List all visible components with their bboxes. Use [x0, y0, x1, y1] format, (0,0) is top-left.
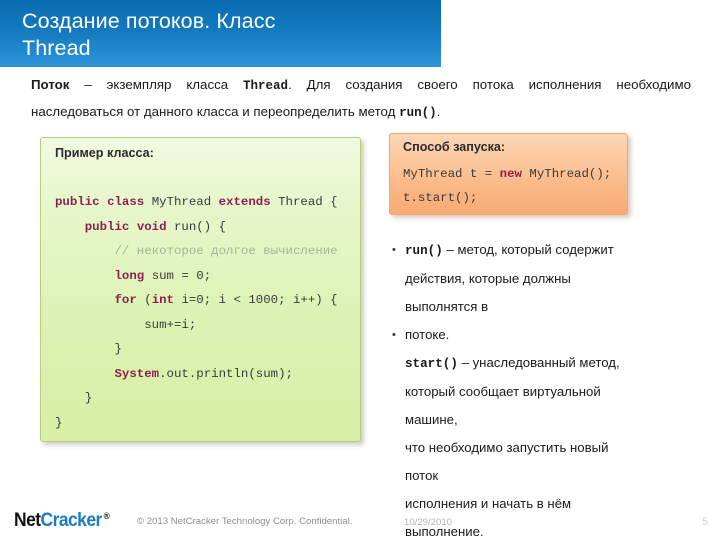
- code-line: // некоторое долгое вычисление: [55, 239, 338, 264]
- intro-line-1-mid: – экземпляр класса: [69, 77, 244, 92]
- copyright-notice: © 2013 NetCracker Technology Corp. Confi…: [137, 516, 353, 527]
- list-item-continuation: start() – унаследованный метод,: [389, 349, 679, 378]
- code-example-body: public class MyThread extends Thread { p…: [55, 190, 338, 435]
- code-line: t.start();: [403, 186, 611, 210]
- intro-method-name: run(): [399, 106, 437, 120]
- code-token: System: [114, 366, 160, 381]
- method-name: start(): [405, 357, 458, 371]
- list-item-text: что необходимо запустить новый: [405, 440, 609, 455]
- intro-line-2-text: наследоваться от данного класса и переоп…: [31, 104, 400, 119]
- code-line: long sum = 0;: [55, 264, 338, 289]
- code-line: }: [55, 386, 338, 411]
- method-description-list: run() – метод, который содержит действия,…: [389, 236, 679, 540]
- list-item-continuation: исполнения и начать в нём: [389, 490, 679, 518]
- intro-line-1: Поток – экземпляр класса Thread. Для соз…: [31, 72, 691, 99]
- code-token: t.start();: [403, 191, 478, 205]
- code-line: for (int i=0; i < 1000; i++) {: [55, 288, 338, 313]
- method-name: run(): [405, 244, 443, 258]
- launch-example-title: Способ запуска:: [403, 140, 506, 154]
- list-item: run() – метод, который содержит: [389, 236, 679, 265]
- code-line: sum+=i;: [55, 313, 338, 338]
- code-token: long: [114, 268, 152, 283]
- code-token: for: [114, 293, 145, 307]
- launch-example-box: Способ запуска: MyThread t = new MyThrea…: [389, 133, 628, 215]
- intro-class-name: Thread: [243, 79, 289, 93]
- code-line: public class MyThread extends Thread {: [55, 190, 338, 215]
- code-token: MyThread t =: [403, 167, 500, 181]
- list-item-text: который сообщает виртуальной: [405, 384, 601, 399]
- list-item-continuation: что необходимо запустить новый: [389, 434, 679, 462]
- page-number: 5: [702, 516, 709, 528]
- code-token: public: [55, 195, 108, 209]
- code-token: run() {: [174, 219, 227, 234]
- code-token: Thread {: [278, 195, 338, 209]
- list-item-text: – унаследованный метод,: [457, 355, 620, 370]
- code-line: MyThread t = new MyThread();: [403, 162, 611, 186]
- list-item-continuation: который сообщает виртуальной: [389, 378, 679, 406]
- list-item-text: машине,: [405, 412, 458, 427]
- netcracker-logo: NetCracker ®: [14, 510, 110, 532]
- code-token: int: [151, 293, 182, 307]
- list-item-text: исполнения и начать в нём: [405, 496, 572, 511]
- logo-text-net: Net: [14, 510, 41, 531]
- code-token: void: [136, 219, 174, 234]
- code-token: public: [84, 219, 137, 234]
- list-item-continuation: машине,: [389, 406, 679, 434]
- registered-trademark-icon: ®: [103, 510, 110, 521]
- code-token: }: [55, 415, 63, 430]
- intro-line-1-tail: . Для создания своего потока исполнения …: [288, 77, 691, 92]
- intro-paragraph: Поток – экземпляр класса Thread. Для соз…: [31, 72, 691, 126]
- code-token: }: [55, 391, 93, 405]
- page-title: Создание потоков. Класс Thread: [22, 9, 276, 60]
- code-token: new: [499, 167, 530, 181]
- code-token: // некоторое долгое вычисление: [114, 244, 338, 258]
- intro-term: Поток: [31, 77, 70, 92]
- code-token: extends: [218, 195, 279, 209]
- list-item-text: выполнятся в: [405, 299, 489, 314]
- code-token: sum+=i;: [55, 317, 197, 332]
- slide-date: 10/29/2010: [404, 517, 453, 528]
- code-line: public void run() {: [55, 215, 338, 240]
- list-item: потоке.: [389, 321, 679, 349]
- code-example-box: Пример класса: public class MyThread ext…: [40, 137, 361, 442]
- intro-line-2: наследоваться от данного класса и переоп…: [31, 99, 691, 126]
- code-example-title: Пример класса:: [55, 146, 154, 160]
- intro-line-2-tail: .: [436, 104, 441, 119]
- logo-text-cracker: Cracker: [40, 510, 103, 531]
- code-token: .out.println(sum);: [159, 366, 293, 381]
- list-item-text: – метод, который содержит: [442, 242, 614, 257]
- list-item-continuation: поток: [389, 462, 679, 490]
- list-item-text: действия, которые должны: [405, 271, 571, 286]
- list-item-continuation: действия, которые должны: [389, 265, 679, 293]
- code-line: System.out.println(sum);: [55, 362, 338, 387]
- list-item-continuation: выполнятся в: [389, 293, 679, 321]
- code-token: }: [55, 342, 122, 356]
- slide-canvas: Создание потоков. Класс Thread Поток – э…: [0, 0, 720, 540]
- list-item-text: поток: [405, 468, 439, 483]
- code-token: MyThread: [151, 195, 219, 209]
- code-token: class: [107, 195, 152, 209]
- code-token: (: [144, 293, 152, 307]
- launch-example-body: MyThread t = new MyThread(); t.start();: [403, 162, 611, 210]
- list-item-text: потоке.: [405, 327, 450, 342]
- code-token: MyThread();: [529, 167, 612, 181]
- code-line: }: [55, 411, 338, 436]
- code-line: }: [55, 337, 338, 362]
- code-token: i=0; i < 1000; i++) {: [181, 293, 338, 307]
- code-token: sum = 0;: [151, 268, 212, 283]
